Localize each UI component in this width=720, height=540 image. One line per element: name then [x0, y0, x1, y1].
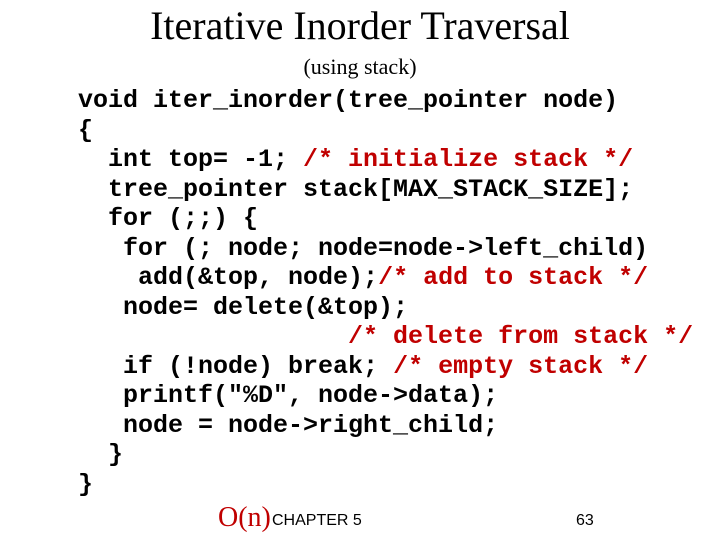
footer-page-number: 63: [576, 512, 594, 530]
code-line: node = node->right_child;: [78, 411, 498, 440]
code-line: node= delete(&top);: [78, 293, 408, 322]
slide-subtitle: (using stack): [0, 54, 720, 80]
code-line: for (;;) {: [78, 204, 258, 233]
code-comment: /* delete from stack */: [348, 322, 693, 351]
code-line: add(&top, node);: [78, 263, 378, 292]
code-line: int top= -1;: [78, 145, 303, 174]
code-line: void iter_inorder(tree_pointer node): [78, 86, 618, 115]
code-line: printf("%D", node->data);: [78, 381, 498, 410]
code-line: for (; node; node=node->left_child): [78, 234, 648, 263]
slide: Iterative Inorder Traversal (using stack…: [0, 0, 720, 540]
code-block: void iter_inorder(tree_pointer node) { i…: [78, 86, 720, 499]
code-comment: /* add to stack */: [378, 263, 648, 292]
code-comment: /* initialize stack */: [303, 145, 633, 174]
code-line: {: [78, 116, 93, 145]
code-line: tree_pointer stack[MAX_STACK_SIZE];: [78, 175, 633, 204]
complexity-label: O(n): [218, 502, 271, 534]
code-line: }: [78, 440, 123, 469]
code-line: }: [78, 470, 93, 499]
code-line: [78, 322, 348, 351]
code-line: if (!node) break;: [78, 352, 393, 381]
footer-chapter: CHAPTER 5: [272, 512, 362, 530]
code-comment: /* empty stack */: [393, 352, 648, 381]
slide-title: Iterative Inorder Traversal: [0, 2, 720, 49]
